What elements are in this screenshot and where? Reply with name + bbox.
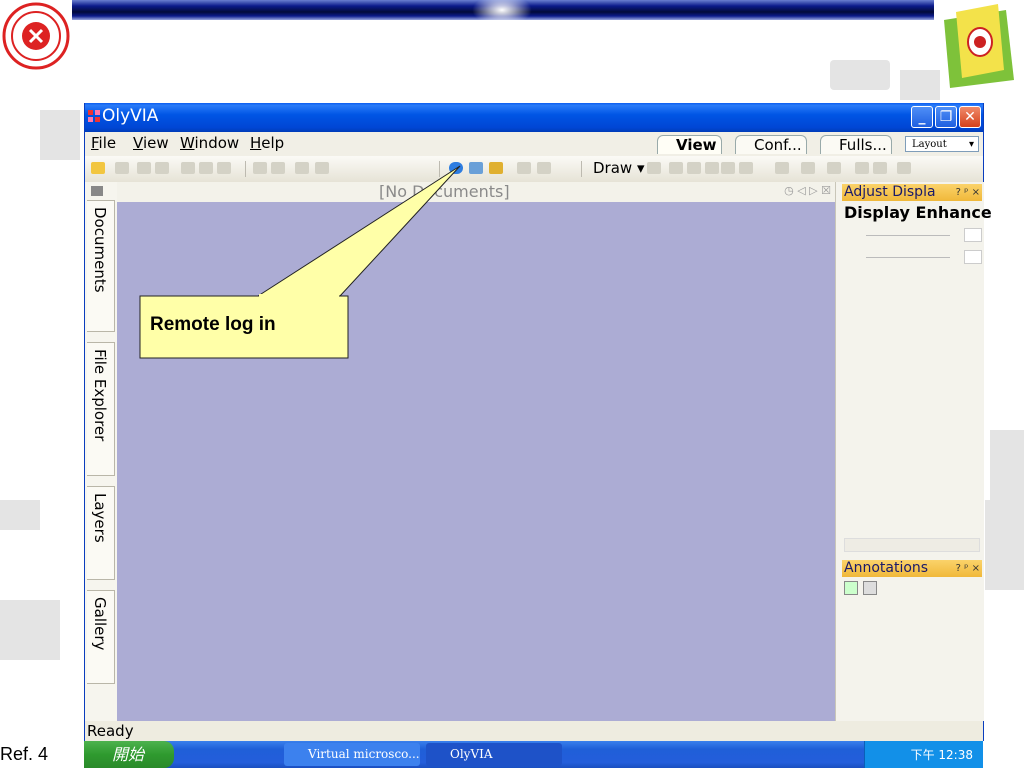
tool-icon[interactable]: [271, 162, 285, 174]
tool-icon[interactable]: [315, 162, 329, 174]
status-bar: Ready: [85, 721, 983, 741]
decor-blob: [830, 60, 890, 90]
windows-taskbar: 開始 Virtual microsco... OlyVIA 下午 12:38: [84, 741, 983, 768]
start-button[interactable]: 開始: [84, 741, 174, 768]
university-seal-logo: [2, 2, 70, 70]
window-title: OlyVIA: [102, 106, 159, 126]
chevron-down-icon: ▾: [968, 139, 974, 150]
tab-fullscreen[interactable]: Fulls...: [820, 135, 892, 154]
callout-label: Remote log in: [150, 314, 276, 335]
reference-label: Ref. 4: [0, 744, 49, 764]
tab-view[interactable]: View: [657, 135, 722, 154]
menu-bar: File View Window Help View Conf... Fulls…: [85, 132, 983, 156]
document-area[interactable]: [117, 202, 835, 721]
no-documents-label: [No Documents]: [379, 182, 510, 201]
sidebar-tab-layers[interactable]: Layers: [87, 486, 115, 580]
menu-view[interactable]: View: [133, 134, 169, 152]
folder-icon[interactable]: [489, 162, 503, 174]
font-color-icon[interactable]: [827, 162, 841, 174]
menu-file[interactable]: File: [91, 134, 116, 152]
doc-nav-icons[interactable]: ◷ ◁ ▷ ☒: [784, 184, 831, 197]
sidebar-tab-gallery[interactable]: Gallery: [87, 590, 115, 684]
tool-icon[interactable]: [253, 162, 267, 174]
document-header: [No Documents] ◷ ◁ ▷ ☒: [117, 182, 835, 202]
title-decor-band: [72, 0, 934, 26]
app-icon: [88, 110, 100, 122]
adjust-display-header[interactable]: Adjust Displa ? ᵖ ×: [842, 184, 982, 201]
system-tray: 下午 12:38: [864, 741, 983, 768]
clock: 下午 12:38: [910, 748, 973, 762]
right-panel: Adjust Displa ? ᵖ × Display Enhance Anno…: [835, 182, 992, 721]
open-icon[interactable]: [91, 162, 105, 174]
minimize-button[interactable]: _: [911, 106, 933, 128]
sidebar-toggle-icon[interactable]: [91, 186, 103, 196]
window-titlebar[interactable]: OlyVIA _ ❐ ✕: [85, 103, 983, 132]
tool-icon[interactable]: [801, 162, 815, 174]
menu-help[interactable]: Help: [250, 134, 284, 152]
tool-icon[interactable]: [217, 162, 231, 174]
main-toolbar: Draw ▾: [85, 156, 983, 182]
line-icon[interactable]: [669, 162, 683, 174]
menu-window[interactable]: Window: [180, 134, 239, 152]
tool-icon[interactable]: [155, 162, 169, 174]
book-logo: [944, 4, 1014, 88]
tool-icon[interactable]: [181, 162, 195, 174]
sidebar-tab-file-explorer[interactable]: File Explorer: [87, 342, 115, 476]
close-button[interactable]: ✕: [959, 106, 981, 128]
toolbar-separator: [581, 161, 582, 177]
task-olyvia[interactable]: OlyVIA: [426, 743, 562, 766]
align-icon[interactable]: [873, 162, 887, 174]
toolbar-separator: [245, 161, 246, 177]
decor-blob: [990, 430, 1024, 510]
annotation-tool-icon[interactable]: [844, 581, 858, 595]
tool-icon[interactable]: [647, 162, 661, 174]
annotations-toolbar[interactable]: [844, 580, 974, 595]
draw-button[interactable]: Draw ▾: [593, 159, 645, 177]
display-enhance-title: Display Enhance: [844, 203, 992, 222]
left-sidebar: Documents File Explorer Layers Gallery: [85, 182, 118, 721]
tool-icon[interactable]: [295, 162, 309, 174]
decor-blob: [0, 500, 40, 530]
tool-icon[interactable]: [137, 162, 151, 174]
decor-blob: [985, 500, 1024, 590]
tool-icon[interactable]: [517, 162, 531, 174]
contrast-slider[interactable]: [844, 250, 982, 264]
tool-icon[interactable]: [775, 162, 789, 174]
ellipse-icon[interactable]: [721, 162, 735, 174]
tool-icon[interactable]: [115, 162, 129, 174]
decor-blob: [40, 110, 80, 160]
tool-icon[interactable]: [537, 162, 551, 174]
remote-login-icon[interactable]: [449, 162, 463, 174]
arrow-icon[interactable]: [687, 162, 701, 174]
remote-icon[interactable]: [469, 162, 483, 174]
panel-controls-icon[interactable]: ? ᵖ ×: [956, 184, 980, 201]
layout-select[interactable]: Layout ▾: [905, 136, 979, 152]
tool-icon[interactable]: [739, 162, 753, 174]
align-icon[interactable]: [855, 162, 869, 174]
tab-conf[interactable]: Conf...: [735, 135, 807, 154]
rect-icon[interactable]: [705, 162, 719, 174]
restore-button[interactable]: ❐: [935, 106, 957, 128]
panel-scrollbar[interactable]: [844, 538, 980, 552]
task-virtual-microscope[interactable]: Virtual microsco...: [284, 743, 420, 766]
decor-blob: [0, 600, 60, 660]
zoom-icon[interactable]: [199, 162, 213, 174]
tool-icon[interactable]: [897, 162, 911, 174]
sidebar-tab-documents[interactable]: Documents: [87, 200, 115, 332]
olyvia-window: OlyVIA _ ❐ ✕ File View Window Help View …: [84, 103, 992, 741]
annotation-tool-icon[interactable]: [863, 581, 878, 595]
panel-controls-icon[interactable]: ? ᵖ ×: [956, 560, 980, 577]
brightness-slider[interactable]: [844, 228, 982, 242]
toolbar-separator: [439, 161, 440, 177]
status-text: Ready: [87, 722, 134, 740]
annotations-header[interactable]: Annotations ? ᵖ ×: [842, 560, 982, 577]
